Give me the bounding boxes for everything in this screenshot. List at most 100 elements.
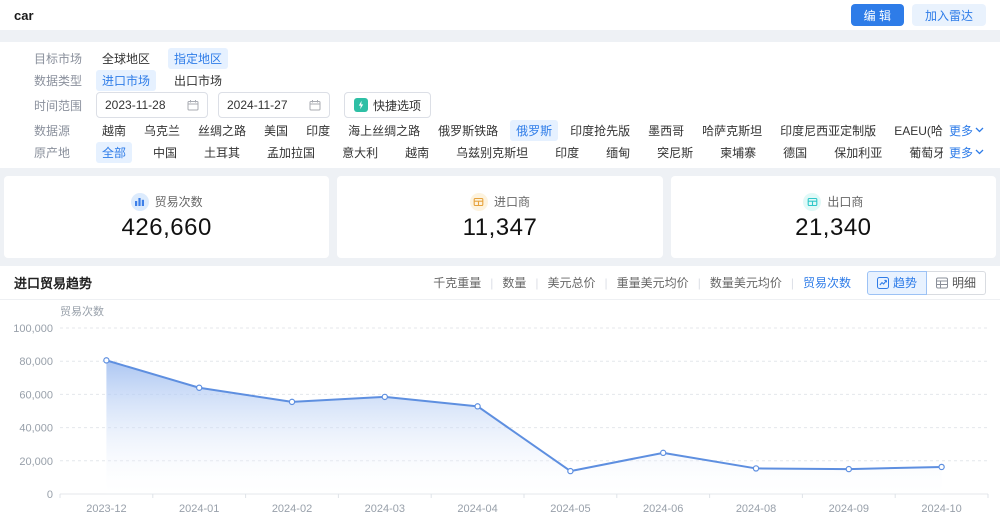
svg-text:2024-02: 2024-02 (272, 503, 312, 515)
filter-row-origin: 原产地 全部 中国 土耳其 孟加拉国 意大利 越南 乌兹别克斯坦 印度 缅甸 突尼斯 柬埔寨 德国 保加… (0, 141, 1000, 163)
data-source-options: 越南 乌克兰 丝绸之路 美国 印度 海上丝绸之路 俄罗斯铁路 俄罗斯 印度抢先版 墨西哥 哈萨克斯坦… (96, 119, 984, 141)
topbar-actions: 编 辑 加入雷达 (850, 4, 986, 26)
filter-chip[interactable]: 越南 (96, 120, 132, 141)
time-range-label: 时间范围 (34, 98, 83, 113)
filter-chip[interactable]: 中国 (147, 142, 183, 163)
filter-panel: 目标市场 全球地区 指定地区 数据类型 进口市场 出口市场 时间范围 2023-11… (0, 42, 1000, 168)
filter-chip[interactable]: 出口市场 (168, 70, 228, 91)
filter-chip[interactable]: 乌克兰 (138, 120, 186, 141)
data-type-options: 进口市场 出口市场 (96, 69, 984, 91)
metric-separator: | (490, 275, 494, 290)
data-source-more-link[interactable]: 更多 (942, 121, 984, 139)
calendar-icon (309, 99, 321, 111)
more-label: 更多 (948, 123, 973, 138)
calendar-icon (187, 99, 199, 111)
edit-button[interactable]: 编 辑 (850, 4, 904, 26)
svg-text:2024-08: 2024-08 (736, 503, 776, 515)
stat-label: 贸易次数 (154, 195, 203, 209)
view-button-label: 明细 (951, 276, 976, 290)
stat-value: 21,340 (795, 213, 872, 241)
data-source-label: 数据源 (34, 123, 71, 138)
filter-chip[interactable]: 俄罗斯 (510, 119, 559, 141)
metric-tab[interactable]: 美元总价 (548, 274, 596, 291)
bar-chart-icon (130, 192, 149, 211)
end-date-value: 2024-11-27 (227, 98, 288, 112)
filter-chip[interactable]: 印度尼西亚定制版 (774, 120, 882, 141)
chevron-down-icon (975, 127, 984, 133)
filter-chip[interactable]: 柬埔寨 (714, 142, 762, 163)
filter-chip[interactable]: 丝绸之路 (192, 120, 252, 141)
end-date-input[interactable]: 2024-11-27 (218, 92, 330, 118)
stat-card: 进口商 11,347 (337, 176, 663, 258)
filter-row-data-type: 数据类型 进口市场 出口市场 (0, 69, 1000, 91)
svg-text:2024-03: 2024-03 (365, 503, 405, 515)
filter-chip[interactable]: 意大利 (336, 142, 384, 163)
start-date-value: 2023-11-28 (105, 98, 166, 112)
data-type-label: 数据类型 (34, 73, 83, 88)
more-label: 更多 (948, 145, 973, 160)
svg-text:2024-09: 2024-09 (829, 503, 869, 515)
exporter-icon (803, 192, 822, 211)
metric-tab[interactable]: 千克重量 (433, 274, 481, 291)
filter-row-time-range: 时间范围 2023-11-28 2024-11-27 快捷选项 (0, 91, 1000, 119)
filter-chip[interactable]: 哈萨克斯坦 (696, 120, 768, 141)
view-toggle: 趋势 明细 (866, 270, 986, 295)
stat-cards: 贸易次数 426,660 进口商 11,347 出口商 21,340 (0, 176, 1000, 258)
metric-tab[interactable]: 重量美元均价 (617, 274, 689, 291)
svg-text:2024-01: 2024-01 (179, 503, 219, 515)
filter-chip[interactable]: 墨西哥 (642, 120, 690, 141)
stat-label: 进口商 (493, 195, 530, 209)
metric-tab[interactable]: 数量 (502, 274, 526, 291)
filter-chip[interactable]: 缅甸 (600, 142, 636, 163)
metric-separator: | (790, 275, 794, 290)
filter-chip[interactable]: 突尼斯 (651, 142, 699, 163)
stat-head: 贸易次数 (130, 192, 203, 211)
filter-chip[interactable]: 进口市场 (96, 69, 157, 91)
filter-chip[interactable]: 乌兹别克斯坦 (450, 142, 534, 163)
stat-value: 426,660 (121, 213, 212, 241)
svg-text:2024-05: 2024-05 (550, 503, 590, 515)
filter-chip[interactable]: 印度 (300, 120, 336, 141)
trend-view-button[interactable]: 趋势 (866, 270, 927, 295)
start-date-input[interactable]: 2023-11-28 (96, 92, 208, 118)
metric-tab[interactable]: 贸易次数 (803, 274, 851, 291)
target-market-label: 目标市场 (34, 51, 83, 66)
stat-card: 出口商 21,340 (670, 176, 996, 258)
metric-tab[interactable]: 数量美元均价 (710, 274, 782, 291)
filter-chip[interactable]: 指定地区 (168, 47, 229, 69)
filter-chip[interactable]: 印度 (549, 142, 585, 163)
quick-options-button[interactable]: 快捷选项 (344, 92, 432, 118)
filter-chip[interactable]: 全球地区 (96, 48, 156, 69)
view-button-label: 趋势 (892, 276, 917, 290)
origin-more-link[interactable]: 更多 (942, 143, 984, 161)
svg-text:40,000: 40,000 (19, 423, 53, 435)
chart-panel: 进口贸易趋势 千克重量 | 数量 | 美元总价 | 重量美元均价 | 数量美元均价 | 贸易次数 趋… (0, 266, 1000, 532)
trend-chart: 贸易次数 0 20,000 40,000 60,000 80,000 100,000 2023… (0, 300, 1000, 532)
origin-label: 原产地 (34, 145, 71, 160)
filter-chip[interactable]: 土耳其 (198, 142, 246, 163)
filter-chip[interactable]: 全部 (96, 141, 133, 163)
add-radar-button[interactable]: 加入雷达 (911, 4, 986, 26)
svg-text:2024-10: 2024-10 (921, 503, 961, 515)
detail-view-button[interactable]: 明细 (926, 270, 986, 295)
importer-icon (469, 192, 488, 211)
svg-text:2024-06: 2024-06 (643, 503, 683, 515)
filter-chip[interactable]: 孟加拉国 (261, 142, 321, 163)
filter-chip[interactable]: 海上丝绸之路 (342, 120, 426, 141)
filter-chip[interactable]: 保加利亚 (828, 142, 888, 163)
filter-chip[interactable]: 美国 (258, 120, 294, 141)
stat-label: 出口商 (827, 195, 864, 209)
filter-chip[interactable]: 德国 (777, 142, 813, 163)
metric-tabs: 千克重量 | 数量 | 美元总价 | 重量美元均价 | 数量美元均价 | 贸易次数 (433, 274, 851, 291)
chart-controls: 千克重量 | 数量 | 美元总价 | 重量美元均价 | 数量美元均价 | 贸易次数 趋势 明细 (433, 270, 986, 295)
stat-value: 11,347 (462, 213, 538, 241)
svg-text:0: 0 (47, 489, 53, 501)
filter-row-data-source: 数据源 越南 乌克兰 丝绸之路 美国 印度 海上丝绸之路 俄罗斯铁路 俄罗斯 印度抢先版 墨西哥哈… (0, 119, 1000, 141)
filter-chip[interactable]: 越南 (399, 142, 435, 163)
filter-chip[interactable]: 印度抢先版 (564, 120, 636, 141)
stat-head: 进口商 (469, 192, 530, 211)
filter-chip[interactable]: 俄罗斯铁路 (432, 120, 504, 141)
svg-text:100,000: 100,000 (13, 323, 53, 335)
